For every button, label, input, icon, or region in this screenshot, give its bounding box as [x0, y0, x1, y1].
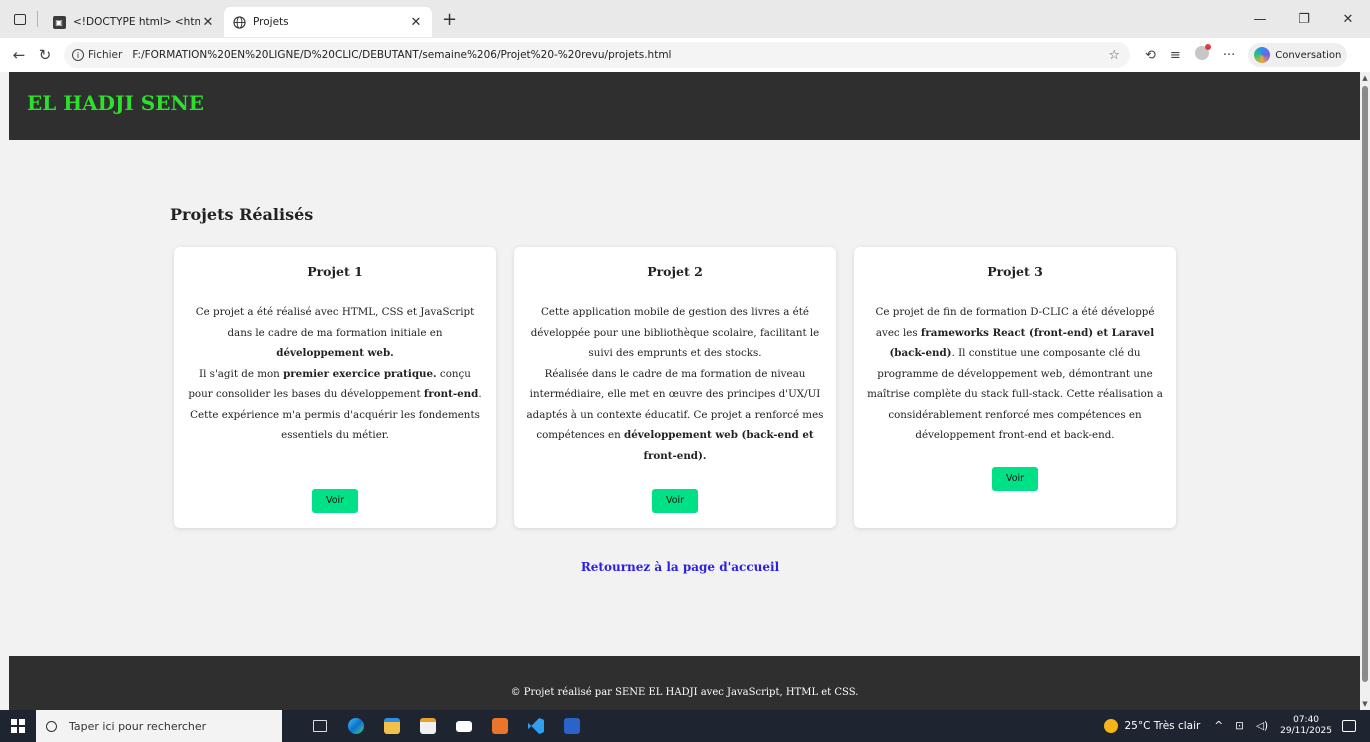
- extensions-icon[interactable]: ⟲: [1145, 48, 1156, 63]
- project-title: Projet 3: [987, 264, 1043, 279]
- close-icon[interactable]: ✕: [200, 15, 216, 30]
- project-title: Projet 2: [647, 264, 703, 279]
- network-icon[interactable]: ⊡: [1235, 720, 1244, 732]
- project-description: Ce projet de fin de formation D-CLIC a é…: [867, 306, 1163, 441]
- scrollbar-thumb[interactable]: [1362, 86, 1368, 682]
- voir-button[interactable]: Voir: [992, 467, 1038, 491]
- copilot-icon: [1254, 47, 1271, 63]
- favorites-icon[interactable]: ≡: [1170, 48, 1181, 63]
- projects-grid: Projet 1 Ce projet a été réalisé avec HT…: [174, 247, 1176, 528]
- info-icon[interactable]: i: [72, 49, 84, 61]
- windows-logo-icon: [11, 719, 25, 733]
- vertical-scrollbar[interactable]: ▲ ▼: [1360, 72, 1370, 710]
- voir-button[interactable]: Voir: [312, 489, 358, 513]
- copilot-label: Conversation: [1275, 49, 1342, 61]
- project-title: Projet 1: [307, 264, 363, 279]
- tab-title: Projets: [253, 16, 289, 28]
- taskbar-apps: [302, 710, 590, 742]
- close-icon[interactable]: ✕: [408, 15, 424, 30]
- new-tab-button[interactable]: +: [442, 9, 457, 30]
- globe-icon: [232, 15, 246, 29]
- address-bar: ← ↻ i Fichier F:/FORMATION%20EN%20LIGNE/…: [0, 38, 1370, 72]
- clock-date: 29/11/2025: [1280, 726, 1332, 736]
- start-button[interactable]: [0, 710, 36, 742]
- copilot-button[interactable]: Conversation: [1248, 43, 1348, 67]
- profile-icon[interactable]: [1194, 44, 1211, 64]
- url-field[interactable]: i Fichier F:/FORMATION%20EN%20LIGNE/D%20…: [64, 42, 1130, 68]
- search-placeholder: Taper ici pour rechercher: [69, 719, 207, 733]
- clock-time: 07:40: [1293, 715, 1320, 725]
- project-card: Projet 2 Cette application mobile de ges…: [514, 247, 836, 528]
- vscode-icon[interactable]: [518, 710, 554, 742]
- file-explorer-icon[interactable]: [374, 710, 410, 742]
- project-card: Projet 1 Ce projet a été réalisé avec HT…: [174, 247, 496, 528]
- task-view-icon[interactable]: [302, 710, 338, 742]
- project-description: Ce projet a été réalisé avec HTML, CSS e…: [188, 306, 482, 441]
- url-scheme-label: Fichier: [88, 49, 123, 61]
- site-header: EL HADJI SENE: [9, 72, 1360, 140]
- search-icon: [46, 720, 57, 732]
- restore-icon[interactable]: ❐: [1282, 12, 1326, 27]
- back-arrow-icon[interactable]: ←: [6, 46, 32, 64]
- mail-icon[interactable]: [446, 710, 482, 742]
- taskbar-search[interactable]: Taper ici pour rechercher: [36, 710, 282, 742]
- footer-text: © Projet réalisé par SENE EL HADJI avec …: [510, 687, 859, 698]
- word-icon[interactable]: [554, 710, 590, 742]
- site-footer: © Projet réalisé par SENE EL HADJI avec …: [9, 656, 1360, 710]
- toolbar-icons: ⟲ ≡ ···: [1138, 44, 1242, 64]
- minimize-icon[interactable]: —: [1238, 12, 1282, 27]
- file-icon: ▣: [52, 15, 66, 29]
- workspaces-icon[interactable]: [9, 8, 31, 30]
- clock[interactable]: 07:40 29/11/2025: [1280, 715, 1332, 737]
- weather-icon[interactable]: [1104, 719, 1119, 733]
- project-description: Cette application mobile de gestion des …: [526, 306, 824, 462]
- favorite-star-icon[interactable]: ☆: [1108, 48, 1120, 63]
- tab-title: <!DOCTYPE html> <html lang="f: [73, 16, 200, 28]
- more-icon[interactable]: ···: [1223, 48, 1235, 63]
- tray-chevron-icon[interactable]: ^: [1214, 720, 1223, 732]
- close-window-icon[interactable]: ✕: [1326, 12, 1370, 27]
- tab-doctype[interactable]: ▣ <!DOCTYPE html> <html lang="f ✕: [44, 7, 224, 37]
- edge-icon[interactable]: [338, 710, 374, 742]
- window-controls: — ❐ ✕: [1238, 0, 1370, 38]
- back-home-link[interactable]: Retournez à la page d'accueil: [0, 560, 1360, 574]
- volume-icon[interactable]: ◁): [1256, 720, 1268, 732]
- voir-button[interactable]: Voir: [652, 489, 698, 513]
- tab-separator: [37, 11, 38, 27]
- windows-taskbar: Taper ici pour rechercher 25°C Très clai…: [0, 710, 1370, 742]
- notification-icon[interactable]: [1342, 720, 1356, 732]
- project-card: Projet 3 Ce projet de fin de formation D…: [854, 247, 1176, 528]
- url-text[interactable]: F:/FORMATION%20EN%20LIGNE/D%20CLIC/DEBUT…: [132, 49, 1108, 61]
- scroll-up-icon[interactable]: ▲: [1361, 74, 1369, 82]
- refresh-icon[interactable]: ↻: [32, 46, 58, 64]
- office-icon[interactable]: [482, 710, 518, 742]
- site-title: EL HADJI SENE: [27, 91, 205, 115]
- store-icon[interactable]: [410, 710, 446, 742]
- page-viewport: EL HADJI SENE Projets Réalisés Projet 1 …: [0, 72, 1360, 710]
- browser-tab-bar: ▣ <!DOCTYPE html> <html lang="f ✕ Projet…: [0, 0, 1370, 38]
- tab-projets[interactable]: Projets ✕: [224, 7, 432, 37]
- weather-text[interactable]: 25°C Très clair: [1124, 720, 1200, 732]
- scroll-down-icon[interactable]: ▼: [1361, 700, 1369, 708]
- section-title: Projets Réalisés: [170, 205, 314, 224]
- system-tray: 25°C Très clair ^ ⊡ ◁) 07:40 29/11/2025: [1104, 710, 1370, 742]
